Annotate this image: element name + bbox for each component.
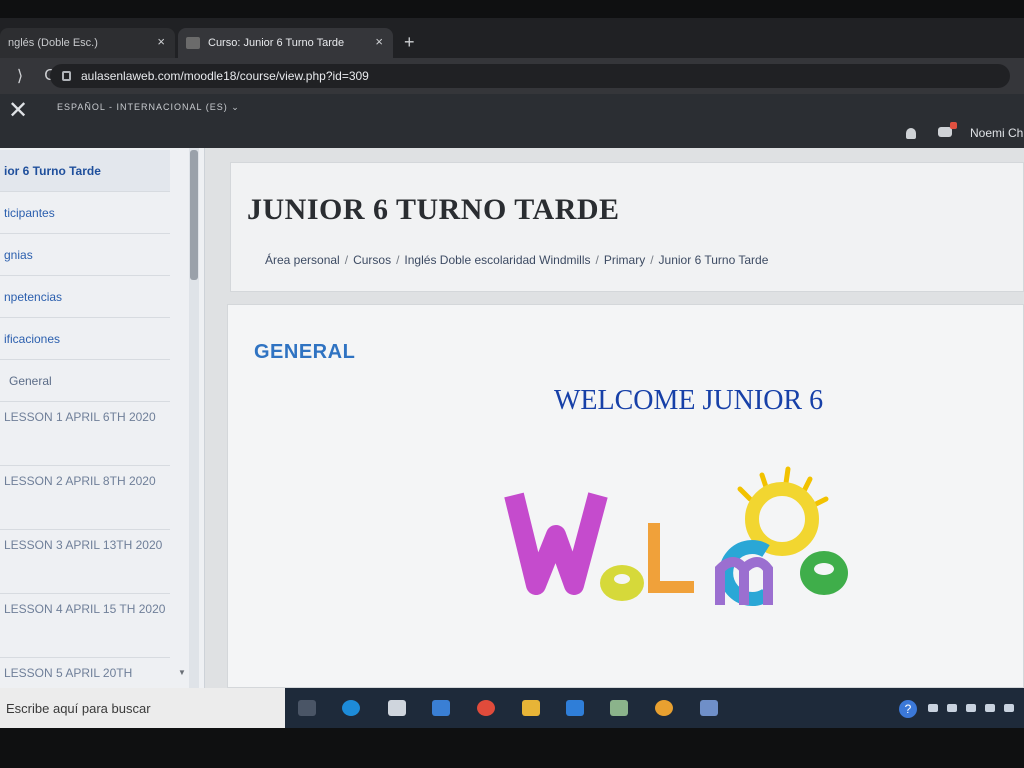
message-badge [950,122,957,129]
bell-icon[interactable] [906,128,916,139]
moodle-favicon-icon [186,37,200,49]
drawer-item-label: ificaciones [4,331,61,346]
dropbox-icon[interactable] [432,700,450,716]
drawer-item-calificaciones[interactable]: ificaciones [0,318,170,360]
mail-icon[interactable] [566,700,584,716]
browser-toolbar: ⟩ C aulasenlaweb.com/moodle18/course/vie… [0,58,1024,94]
section-title[interactable]: GENERAL [254,341,355,364]
breadcrumb-separator: / [595,253,599,267]
calculator-icon[interactable] [610,700,628,716]
page-header: JUNIOR 6 TURNO TARDE Área personal / Curso… [230,162,1024,292]
file-explorer-icon[interactable] [522,700,540,716]
drawer-item-course[interactable]: ior 6 Turno Tarde [0,150,170,192]
tab-title: Curso: Junior 6 Turno Tarde [208,37,345,49]
drawer-item-label: ticipantes [4,205,55,220]
drawer-item-label: LESSON 4 APRIL 15 TH 2020 [4,602,166,616]
address-bar[interactable]: aulasenlaweb.com/moodle18/course/view.ph… [50,64,1010,88]
help-icon[interactable]: ? [899,700,917,718]
battery-icon[interactable] [966,704,976,712]
breadcrumb-ingles-windmills[interactable]: Inglés Doble escolaridad Windmills [404,253,590,267]
breadcrumb-separator: / [344,253,349,267]
edge-icon[interactable] [342,700,360,716]
word-icon[interactable] [700,700,718,716]
drawer-item-label: LESSON 3 APRIL 13TH 2020 [4,538,163,552]
breadcrumb-separator: / [396,253,400,267]
volume-icon[interactable] [1004,704,1014,712]
search-placeholder: Escribe aquí para buscar [6,700,151,716]
page-title: JUNIOR 6 TURNO TARDE [247,193,620,226]
drawer-item-label: LESSON 1 APRIL 6TH 2020 [4,410,156,424]
task-view-icon[interactable] [298,700,316,716]
url-text: aulasenlaweb.com/moodle18/course/view.ph… [81,69,369,83]
language-menu[interactable]: ESPAÑOL - INTERNACIONAL (ES) ⌄ [57,102,240,113]
drawer-item-lesson-4[interactable]: LESSON 4 APRIL 15 TH 2020 [0,594,170,658]
chrome-icon[interactable] [477,700,495,716]
tab-ingles-doble[interactable]: nglés (Doble Esc.) × [0,28,175,58]
breadcrumb-current-course: Junior 6 Turno Tarde [658,253,769,267]
store-icon[interactable] [388,700,406,716]
drawer-item-label: npetencias [4,289,63,304]
welcome-image [504,466,848,606]
main-region: JUNIOR 6 TURNO TARDE Área personal / Curso… [205,148,1024,688]
welcome-heading: WELCOME JUNIOR 6 [554,385,824,416]
browser-tabbar: nglés (Doble Esc.) × Curso: Junior 6 Tur… [0,18,1024,58]
drawer-item-insignias[interactable]: gnias [0,234,170,276]
letter-w-decoration [504,492,608,595]
taskbar-search-input[interactable]: Escribe aquí para buscar [0,688,285,728]
drawer-item-lesson-1[interactable]: LESSON 1 APRIL 6TH 2020 [0,402,170,466]
tab-curso-junior6[interactable]: Curso: Junior 6 Turno Tarde × [178,28,393,58]
tab-title: nglés (Doble Esc.) [8,37,98,49]
system-tray[interactable] [928,704,1014,712]
app-icon[interactable] [655,700,673,716]
cloud-icon[interactable] [947,704,957,712]
drawer-item-label: LESSON 5 APRIL 20TH [4,666,133,680]
breadcrumb-separator: / [650,253,654,267]
new-tab-button[interactable]: + [404,32,415,53]
drawer-item-participantes[interactable]: ticipantes [0,192,170,234]
drawer-item-general[interactable]: General [0,360,170,402]
wifi-icon[interactable] [985,704,995,712]
drawer-item-lesson-5[interactable]: LESSON 5 APRIL 20TH [0,658,170,688]
screen: nglés (Doble Esc.) × Curso: Junior 6 Tur… [0,0,1024,768]
close-drawer-icon[interactable]: ✕ [8,96,28,125]
moodle-navbar: ✕ ESPAÑOL - INTERNACIONAL (ES) ⌄ Noemi C… [0,94,1024,148]
chevron-up-icon[interactable] [928,704,938,712]
drawer-item-label: LESSON 2 APRIL 8TH 2020 [4,474,156,488]
close-tab-icon[interactable]: × [157,34,165,49]
drawer-item-label: gnias [4,247,33,262]
user-menu[interactable]: Noemi Ch [970,126,1023,140]
nav-drawer: ior 6 Turno Tarde ticipantes gnias npete… [0,148,205,688]
letter-o-decoration [745,482,819,556]
forward-icon[interactable]: ⟩ [10,66,30,86]
letter-l-decoration [648,523,694,593]
drawer-scroll-thumb[interactable] [190,150,198,280]
windows-taskbar: Escribe aquí para buscar ? [0,688,1024,728]
drawer-item-lesson-2[interactable]: LESSON 2 APRIL 8TH 2020 [0,466,170,530]
breadcrumb: Área personal / Cursos / Inglés Doble escola… [265,253,768,267]
lock-icon [62,71,71,81]
drawer-item-competencias[interactable]: npetencias [0,276,170,318]
breadcrumb-primary[interactable]: Primary [604,253,645,267]
breadcrumb-cursos[interactable]: Cursos [353,253,391,267]
breadcrumb-area-personal[interactable]: Área personal [265,253,340,267]
section-general: GENERAL WELCOME JUNIOR 6 [227,304,1024,688]
close-tab-icon[interactable]: × [375,34,383,49]
drawer-item-lesson-3[interactable]: LESSON 3 APRIL 13TH 2020 [0,530,170,594]
drawer-item-label: General [9,373,52,388]
scroll-down-icon[interactable]: ▼ [178,668,186,677]
drawer-item-label: ior 6 Turno Tarde [4,163,101,178]
